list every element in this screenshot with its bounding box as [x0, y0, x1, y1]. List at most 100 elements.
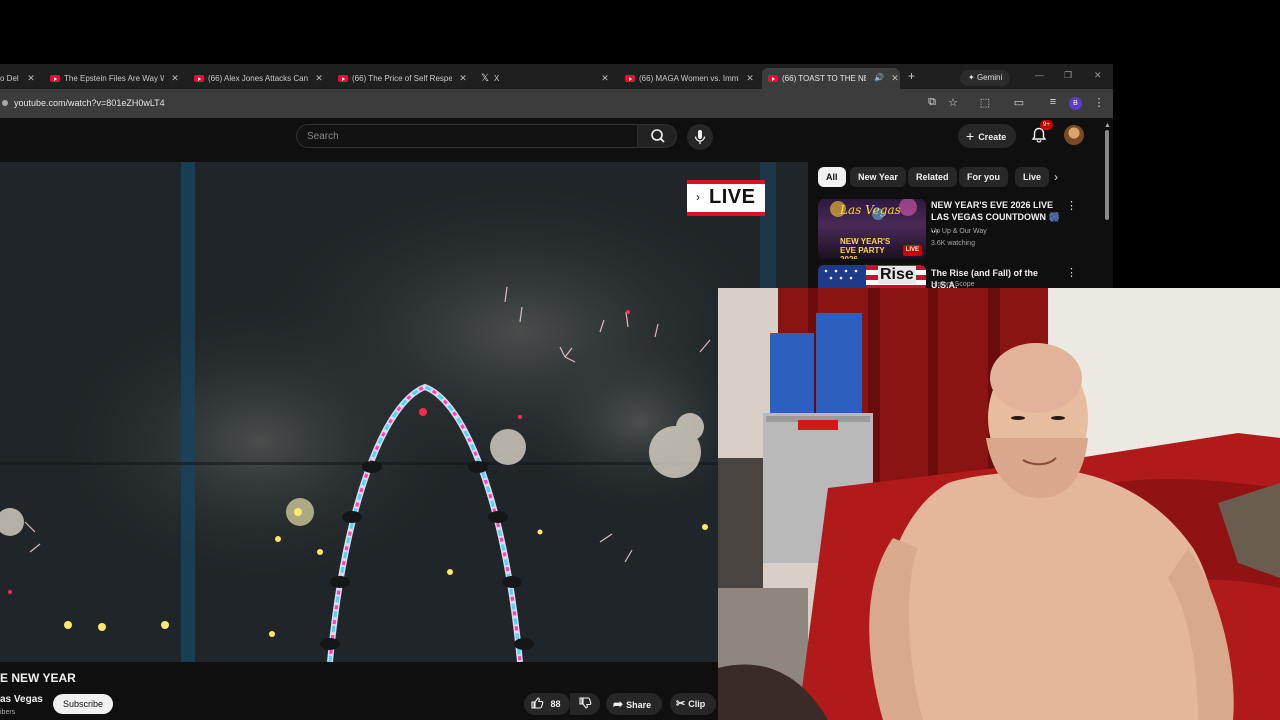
search-icon	[651, 129, 665, 143]
close-icon[interactable]: ✕	[890, 73, 900, 84]
chip-for-you[interactable]: For you	[959, 167, 1008, 187]
video-title: E NEW YEAR	[0, 671, 76, 685]
youtube-icon	[194, 75, 204, 82]
chip-related[interactable]: Related	[908, 167, 957, 187]
live-badge: LIVE	[902, 245, 922, 256]
create-button[interactable]: + Create	[958, 124, 1017, 148]
like-button[interactable]: 88	[524, 693, 570, 715]
search-button[interactable]	[637, 124, 677, 148]
address-bar: youtube.com/watch?v=801eZH0wLT4 ⧉ ☆ ⬚ ▭ …	[0, 89, 1113, 118]
close-icon[interactable]: ✕	[458, 73, 468, 84]
tab-1[interactable]: The Epstein Files Are Way Wo ✕	[50, 68, 180, 89]
share-button[interactable]: ➦ Share	[606, 693, 662, 715]
bookmark-star-icon[interactable]: ☆	[946, 96, 960, 109]
create-label: Create	[978, 132, 1007, 142]
thumbs-up-icon	[531, 697, 544, 709]
minimize-button[interactable]: —	[1035, 70, 1044, 80]
tab-title: (66) MAGA Women vs. Immi	[639, 74, 739, 83]
close-icon[interactable]: ✕	[745, 73, 755, 84]
account-avatar[interactable]	[1064, 125, 1084, 145]
extensions-icon[interactable]: ⬚	[978, 96, 992, 109]
tab-title: The Epstein Files Are Way Wo	[64, 74, 164, 83]
recommendation-thumbnail[interactable]: Rise	[818, 265, 926, 288]
recommendation-item[interactable]: Las Vegas NEW YEAR'S EVE PARTY 2026 LIVE…	[818, 199, 1108, 261]
url-text: youtube.com/watch?v=801eZH0wLT4	[14, 98, 165, 108]
gemini-button[interactable]: ✦ Gemini	[960, 70, 1011, 86]
cast-icon[interactable]: ⧉	[925, 96, 939, 109]
search-input[interactable]	[297, 125, 637, 147]
thumbnail-text: Las Vegas	[840, 203, 901, 217]
screen: o Del ✕ The Epstein Files Are Way Wo ✕ (…	[0, 0, 1280, 720]
tab-title: (66) TOAST TO THE NEW	[782, 74, 866, 83]
recommendation-channel[interactable]: History Scope	[931, 281, 975, 288]
tab-3[interactable]: (66) The Price of Self Respect ✕	[338, 68, 468, 89]
maximize-button[interactable]: ❐	[1064, 70, 1072, 81]
youtube-icon	[625, 75, 635, 82]
site-info-icon[interactable]	[2, 100, 8, 106]
recommendation-meta: 3.6K watching	[931, 240, 975, 247]
live-badge-text: LIVE	[709, 186, 756, 208]
plus-icon: +	[966, 128, 975, 144]
youtube-icon	[50, 75, 60, 82]
more-vert-icon[interactable]: ⋮	[1066, 266, 1077, 279]
new-tab-button[interactable]: +	[908, 69, 915, 83]
tab-title: X	[494, 74, 500, 83]
mic-icon	[694, 130, 706, 144]
x-logo-icon: 𝕏	[480, 72, 490, 84]
voice-search-button[interactable]	[687, 124, 713, 150]
scroll-up-arrow[interactable]: ▲	[1104, 122, 1111, 129]
chip-live[interactable]: Live	[1015, 167, 1050, 187]
youtube-icon	[768, 75, 778, 82]
chip-all[interactable]: All	[818, 167, 846, 187]
recommendation-item[interactable]: Rise The Rise (and Fall) of the U.S.A. H…	[818, 265, 1108, 288]
subscribe-button[interactable]: Subscribe	[53, 694, 114, 714]
share-arrow-icon: ➦	[613, 697, 624, 711]
youtube-header: +Create 9+	[0, 118, 1113, 162]
media-queue-icon[interactable]: ≡	[1046, 96, 1060, 108]
close-icon[interactable]: ✕	[170, 73, 180, 84]
more-vert-icon[interactable]: ⋮	[1092, 96, 1106, 109]
thumbs-down-icon	[579, 697, 592, 709]
window-close-button[interactable]: ✕	[1094, 70, 1102, 81]
notification-badge: 9+	[1040, 120, 1053, 130]
like-count: 88	[550, 699, 561, 709]
tab-title: (66) Alex Jones Attacks Cand	[208, 74, 308, 83]
profile-avatar[interactable]: B	[1069, 97, 1082, 110]
clip-button[interactable]: ✂ Clip	[670, 693, 716, 715]
search-box	[296, 124, 638, 148]
youtube-icon	[338, 75, 348, 82]
scissors-icon: ✂	[676, 698, 686, 710]
webcam-overlay	[718, 288, 1280, 720]
clip-label: Clip	[688, 699, 706, 709]
url-field[interactable]: youtube.com/watch?v=801eZH0wLT4	[0, 92, 915, 114]
chevron-right-icon: ›	[696, 190, 700, 204]
webcam-person-image	[718, 288, 1280, 720]
thumbnail-text: NEW YEAR'S EVE PARTY 2026	[840, 237, 891, 259]
fireworks-video-frame	[0, 162, 808, 662]
video-player[interactable]: › LIVE	[0, 162, 808, 662]
close-icon[interactable]: ✕	[600, 73, 610, 84]
tab-5[interactable]: (66) MAGA Women vs. Immi ✕	[625, 68, 755, 89]
speaker-icon[interactable]: 🔊	[874, 73, 884, 82]
side-panel-icon[interactable]: ▭	[1012, 96, 1026, 109]
tab-0[interactable]: o Del ✕	[0, 68, 36, 89]
chip-new-year[interactable]: New Year	[850, 167, 906, 187]
channel-name[interactable]: as Vegas	[0, 694, 43, 705]
tab-6-active[interactable]: (66) TOAST TO THE NEW 🔊 ✕	[762, 68, 900, 89]
close-icon[interactable]: ✕	[314, 73, 324, 84]
subscriber-count: ibers	[0, 709, 16, 716]
recommendation-thumbnail[interactable]: Las Vegas NEW YEAR'S EVE PARTY 2026 LIVE	[818, 199, 926, 259]
sparkle-icon: ✦	[968, 73, 975, 82]
tab-title: (66) The Price of Self Respect	[352, 74, 452, 83]
tab-bar: o Del ✕ The Epstein Files Are Way Wo ✕ (…	[0, 64, 1113, 89]
chevron-right-icon[interactable]: ›	[1054, 170, 1058, 184]
close-icon[interactable]: ✕	[26, 73, 36, 84]
more-vert-icon[interactable]: ⋮	[1066, 199, 1077, 212]
live-badge: › LIVE	[687, 180, 765, 216]
dislike-button[interactable]	[570, 693, 600, 715]
tab-2[interactable]: (66) Alex Jones Attacks Cand ✕	[194, 68, 324, 89]
recommendation-channel[interactable]: Up Up & Our Way	[931, 228, 987, 235]
thumbnail-text: Rise	[878, 266, 916, 284]
tab-title: o Del	[0, 74, 19, 83]
tab-4[interactable]: 𝕏 X ✕	[480, 68, 610, 89]
